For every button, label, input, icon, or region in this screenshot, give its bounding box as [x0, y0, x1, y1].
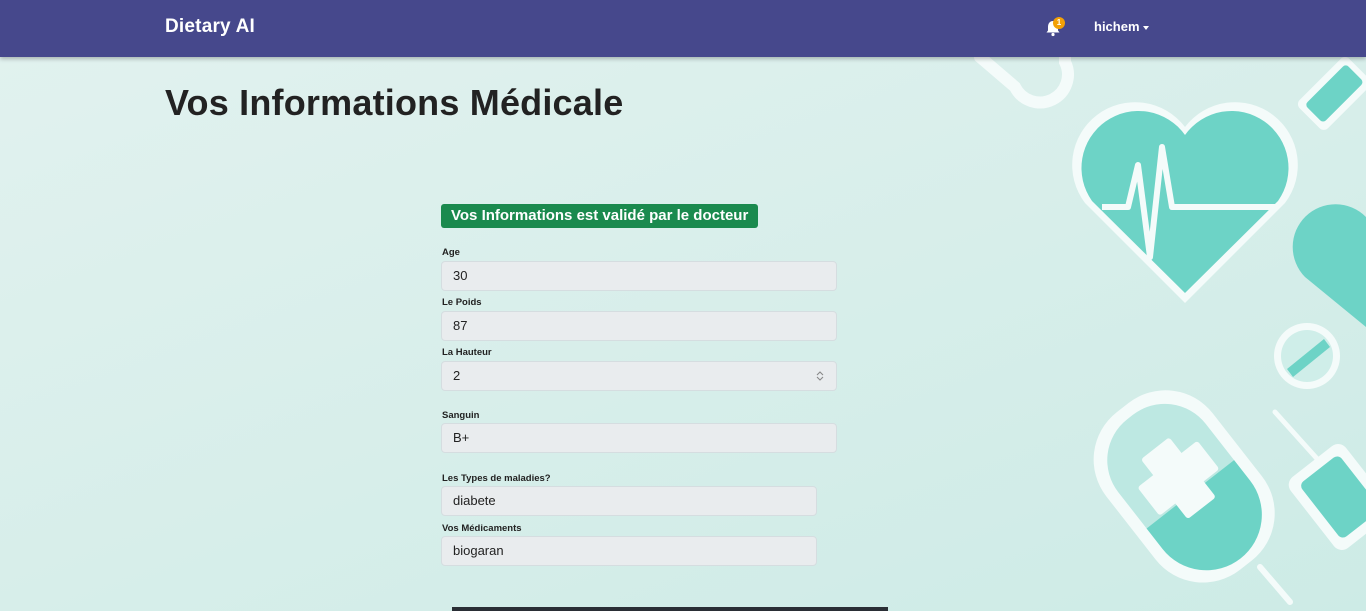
diseases-label: Les Types de maladies? [442, 473, 551, 484]
blood-type-label: Sanguin [442, 410, 480, 421]
blood-type-field[interactable]: B+ [441, 423, 837, 453]
height-field[interactable]: 2 [441, 361, 837, 391]
validated-status-badge: Vos Informations est validé par le docte… [441, 204, 759, 228]
submit-button-top-edge[interactable] [452, 607, 888, 611]
weight-value: 87 [453, 318, 468, 333]
blood-type-value: B+ [453, 430, 470, 445]
medications-value: biogaran [453, 543, 504, 558]
navbar: Dietary AI 1 hichem [0, 0, 1366, 57]
medications-field[interactable]: biogaran [441, 536, 817, 566]
medications-label: Vos Médicaments [442, 523, 522, 534]
medical-decoration-illustration [974, 57, 1366, 605]
notification-badge: 1 [1053, 17, 1065, 29]
user-menu-toggle[interactable]: hichem [1094, 19, 1140, 34]
weight-field[interactable]: 87 [441, 311, 837, 341]
diseases-field[interactable]: diabete [441, 486, 817, 516]
brand-logo-text[interactable]: Dietary AI [165, 16, 255, 38]
height-value: 2 [453, 368, 461, 383]
age-field[interactable]: 30 [441, 261, 837, 291]
number-spinner-icon[interactable] [816, 370, 824, 382]
page-title: Vos Informations Médicale [165, 82, 624, 123]
age-value: 30 [453, 268, 468, 283]
height-label: La Hauteur [442, 347, 492, 358]
chevron-down-icon[interactable] [1143, 26, 1149, 30]
age-label: Age [442, 247, 460, 258]
diseases-value: diabete [453, 493, 496, 508]
weight-label: Le Poids [442, 297, 482, 308]
